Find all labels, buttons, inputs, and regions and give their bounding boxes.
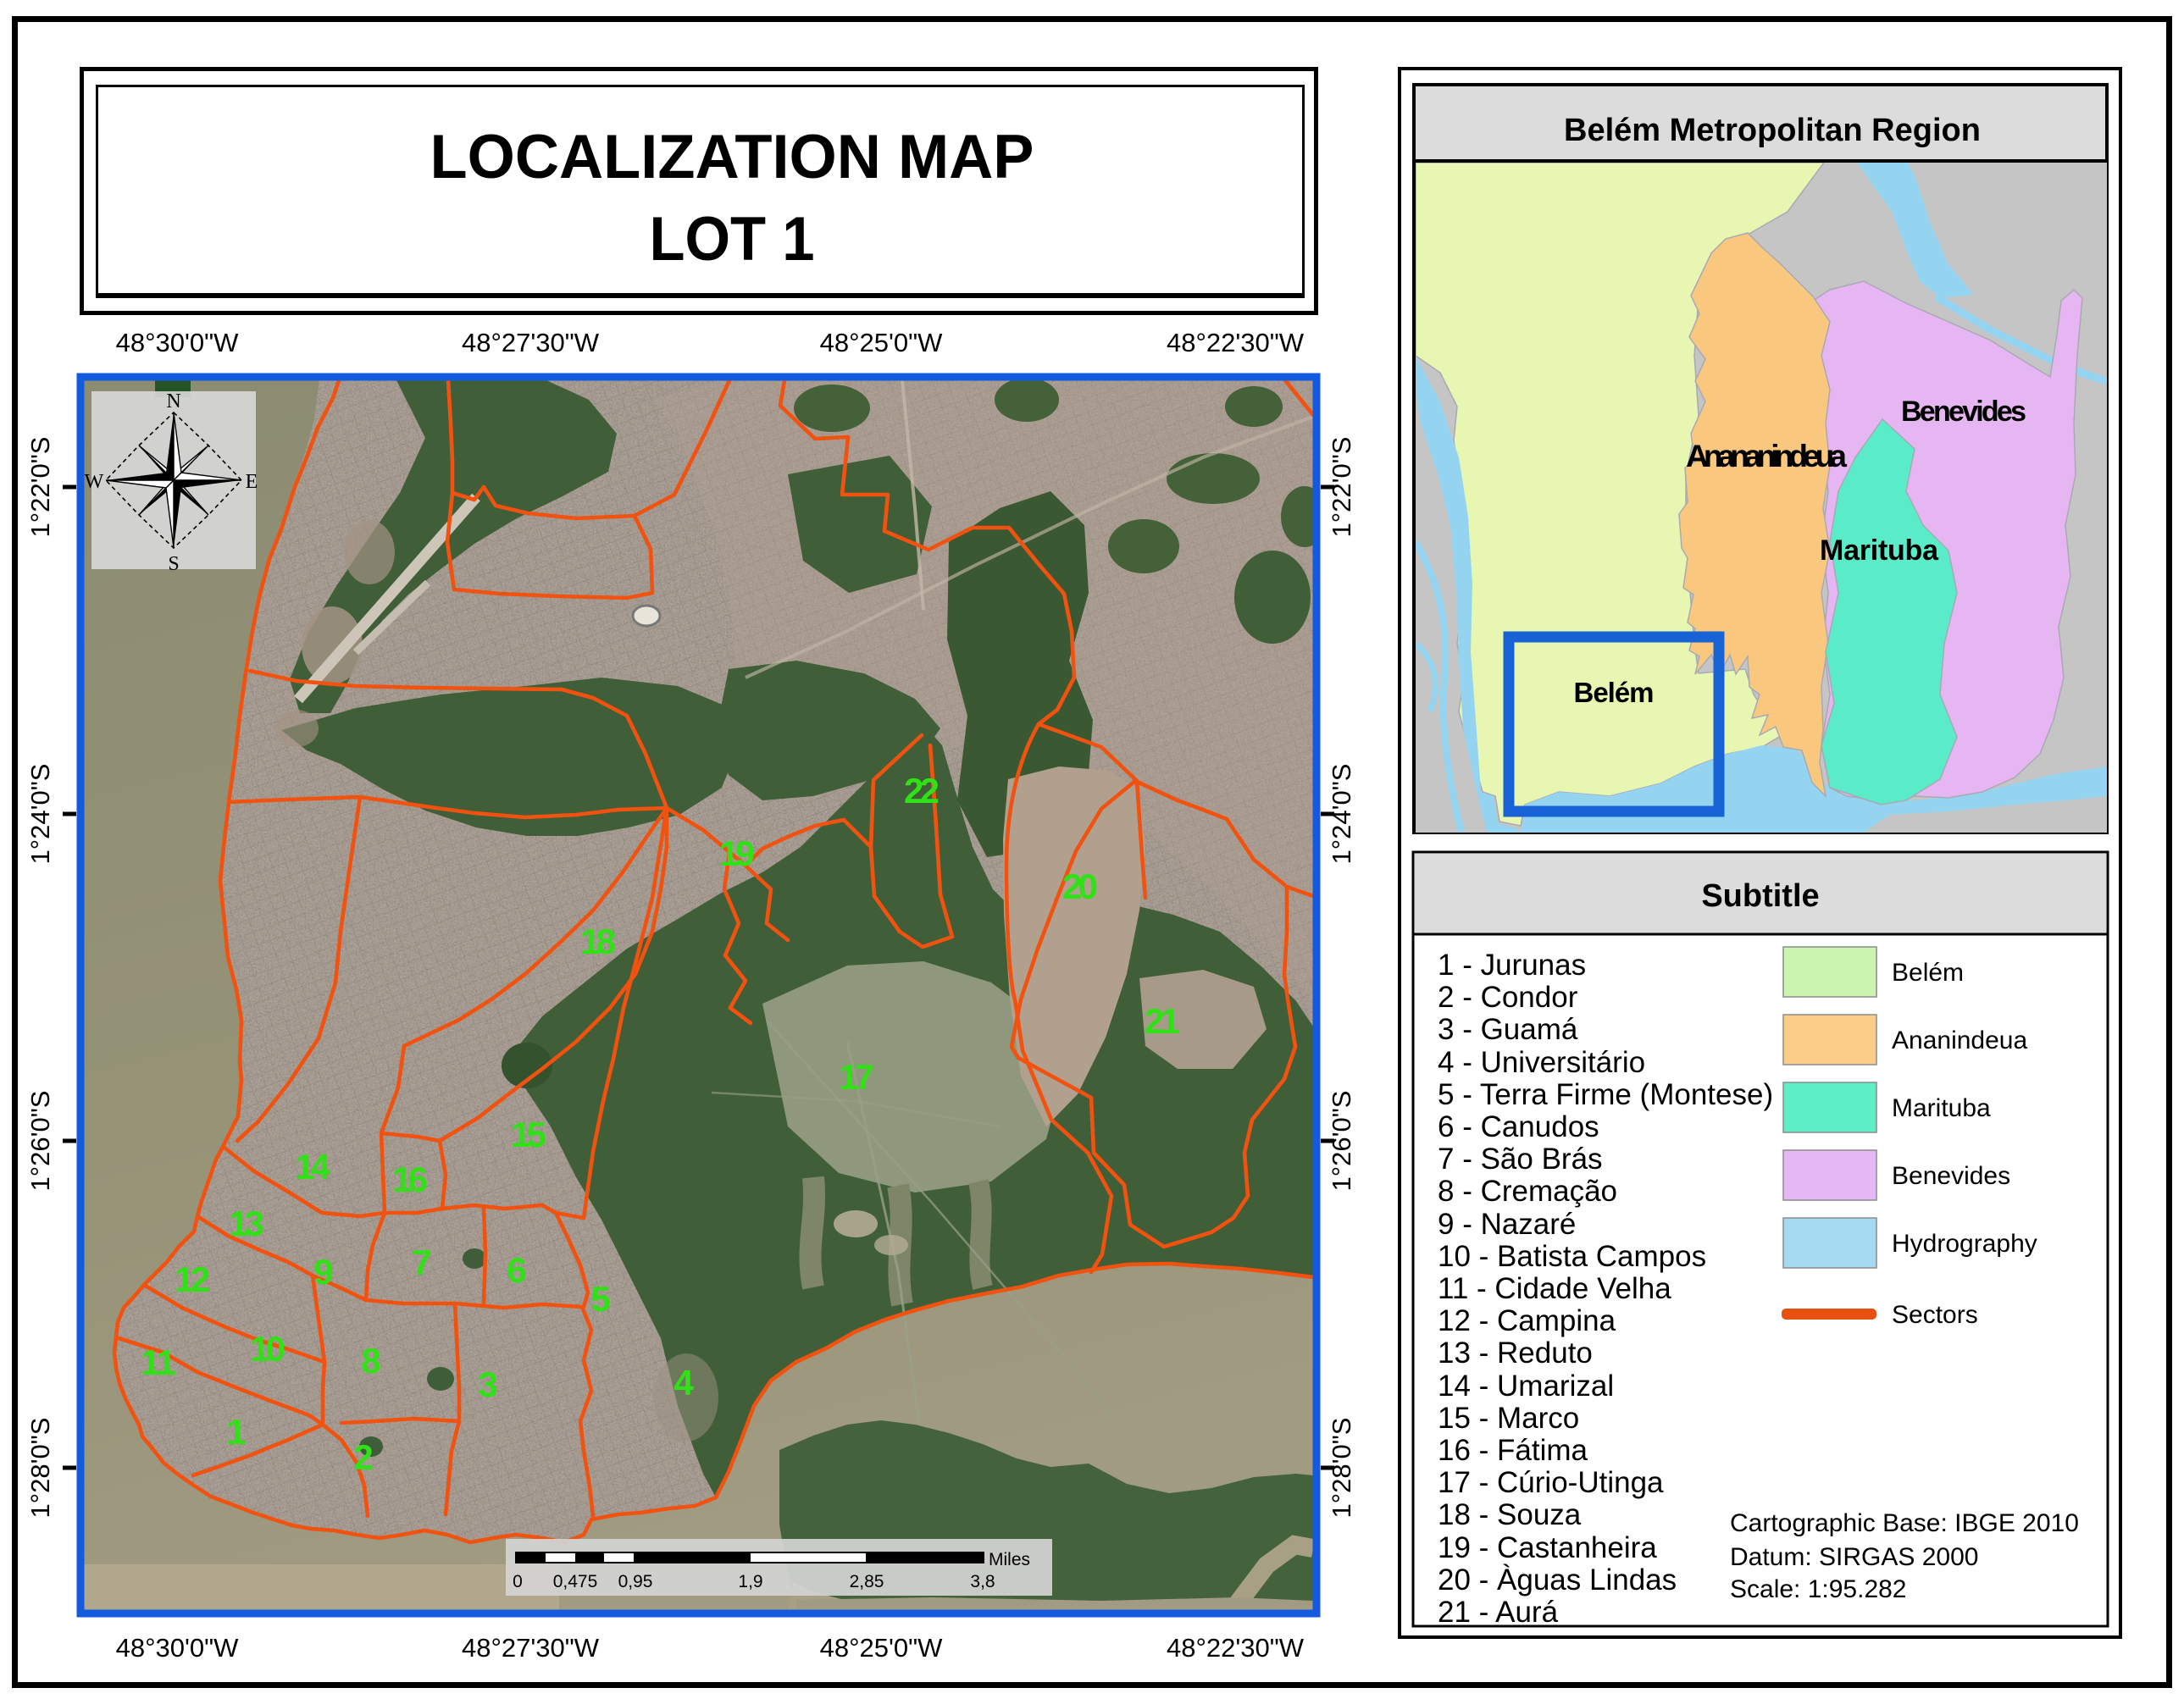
- svg-text:11 - Cidade Velha: 11 - Cidade Velha: [1438, 1272, 1671, 1305]
- svg-text:Marituba: Marituba: [1892, 1094, 1991, 1122]
- svg-text:LOT 1: LOT 1: [650, 205, 815, 274]
- svg-text:9 - Nazaré: 9 - Nazaré: [1438, 1208, 1576, 1241]
- svg-text:17: 17: [839, 1057, 874, 1097]
- svg-text:13: 13: [229, 1204, 264, 1243]
- svg-text:18 - Souza: 18 - Souza: [1438, 1498, 1582, 1531]
- svg-text:2: 2: [353, 1437, 373, 1477]
- svg-text:0,475: 0,475: [553, 1572, 598, 1591]
- svg-text:Belém: Belém: [1892, 959, 1964, 987]
- svg-text:48°22'30"W: 48°22'30"W: [1167, 328, 1305, 357]
- svg-text:E: E: [246, 471, 258, 493]
- svg-text:48°25'0"W: 48°25'0"W: [820, 328, 944, 357]
- svg-text:1°26'0"S: 1°26'0"S: [25, 1091, 55, 1192]
- svg-text:12 - Campina: 12 - Campina: [1438, 1304, 1616, 1337]
- svg-text:13 - Reduto: 13 - Reduto: [1438, 1337, 1593, 1370]
- svg-text:15 - Marco: 15 - Marco: [1438, 1402, 1579, 1435]
- svg-text:3: 3: [478, 1364, 497, 1404]
- svg-text:20: 20: [1062, 866, 1098, 906]
- svg-text:Sectors: Sectors: [1892, 1301, 1978, 1329]
- svg-text:15: 15: [511, 1115, 546, 1154]
- svg-text:3 - Guamá: 3 - Guamá: [1438, 1013, 1578, 1046]
- svg-text:1°24'0"S: 1°24'0"S: [25, 764, 55, 865]
- svg-text:Cartographic Base: IBGE 2010: Cartographic Base: IBGE 2010: [1730, 1509, 2079, 1537]
- svg-text:0: 0: [513, 1572, 523, 1591]
- svg-text:19 - Castanheira: 19 - Castanheira: [1438, 1531, 1657, 1564]
- svg-text:Datum: SIRGAS 2000: Datum: SIRGAS 2000: [1730, 1543, 1978, 1571]
- svg-text:Hydrography: Hydrography: [1892, 1230, 2037, 1258]
- svg-text:Benevides: Benevides: [1892, 1162, 2010, 1190]
- svg-text:48°30'0"W: 48°30'0"W: [116, 1633, 240, 1663]
- svg-text:Benevides: Benevides: [1901, 396, 2026, 428]
- svg-text:S: S: [168, 553, 179, 575]
- svg-text:6 - Canudos: 6 - Canudos: [1438, 1110, 1599, 1143]
- svg-text:Belém: Belém: [1574, 677, 1655, 708]
- svg-text:16: 16: [392, 1159, 428, 1199]
- svg-text:48°30'0"W: 48°30'0"W: [116, 328, 240, 357]
- svg-text:17 - Cúrio-Utinga: 17 - Cúrio-Utinga: [1438, 1466, 1664, 1499]
- svg-text:7: 7: [412, 1242, 431, 1282]
- svg-text:11: 11: [141, 1342, 176, 1382]
- svg-text:W: W: [85, 471, 104, 493]
- svg-text:10: 10: [250, 1329, 285, 1369]
- svg-text:1,9: 1,9: [738, 1572, 762, 1591]
- svg-text:2 - Condor: 2 - Condor: [1438, 981, 1578, 1014]
- svg-text:16 - Fátima: 16 - Fátima: [1438, 1434, 1588, 1467]
- svg-text:20 - Àguas Lindas: 20 - Àguas Lindas: [1438, 1563, 1677, 1597]
- svg-text:1°28'0"S: 1°28'0"S: [25, 1418, 55, 1519]
- svg-text:Subtitle: Subtitle: [1701, 878, 1819, 914]
- svg-text:48°25'0"W: 48°25'0"W: [820, 1633, 944, 1663]
- svg-text:8 - Cremação: 8 - Cremação: [1438, 1175, 1617, 1208]
- svg-text:21 - Aurá: 21 - Aurá: [1438, 1596, 1559, 1629]
- svg-text:14: 14: [295, 1147, 331, 1187]
- svg-text:4 - Universitário: 4 - Universitário: [1438, 1046, 1645, 1079]
- svg-text:48°27'30"W: 48°27'30"W: [462, 1633, 600, 1663]
- svg-text:Miles: Miles: [989, 1550, 1030, 1569]
- svg-text:5: 5: [590, 1279, 610, 1319]
- svg-text:7 - São Brás: 7 - São Brás: [1438, 1143, 1603, 1176]
- svg-text:2,85: 2,85: [850, 1572, 884, 1591]
- svg-text:14 - Umarizal: 14 - Umarizal: [1438, 1370, 1614, 1403]
- svg-text:5 - Terra Firme (Montese): 5 - Terra Firme (Montese): [1438, 1078, 1773, 1111]
- svg-text:18: 18: [580, 921, 616, 961]
- svg-text:48°22'30"W: 48°22'30"W: [1167, 1633, 1305, 1663]
- svg-text:1 - Jurunas: 1 - Jurunas: [1438, 949, 1586, 982]
- svg-text:Anananindeua: Anananindeua: [1686, 439, 1847, 473]
- svg-text:Ananindeua: Ananindeua: [1892, 1027, 2027, 1054]
- svg-text:10 - Batista Campos: 10 - Batista Campos: [1438, 1240, 1706, 1273]
- svg-text:6: 6: [507, 1250, 526, 1290]
- svg-text:4: 4: [673, 1363, 694, 1403]
- svg-text:9: 9: [313, 1252, 333, 1292]
- svg-text:0,95: 0,95: [618, 1572, 653, 1591]
- svg-text:8: 8: [361, 1341, 380, 1381]
- svg-text:3,8: 3,8: [970, 1572, 995, 1591]
- svg-text:1°22'0"S: 1°22'0"S: [25, 437, 55, 538]
- svg-text:Marituba: Marituba: [1820, 534, 1939, 567]
- svg-text:22: 22: [904, 771, 940, 811]
- svg-text:N: N: [166, 390, 180, 412]
- svg-text:48°27'30"W: 48°27'30"W: [462, 328, 600, 357]
- svg-text:Belém Metropolitan Region: Belém Metropolitan Region: [1564, 113, 1981, 148]
- svg-text:1: 1: [226, 1412, 246, 1452]
- svg-text:19: 19: [719, 833, 755, 873]
- svg-text:LOCALIZATION MAP: LOCALIZATION MAP: [430, 123, 1034, 191]
- svg-text:21: 21: [1145, 1001, 1180, 1041]
- svg-text:12: 12: [175, 1259, 210, 1299]
- svg-text:Scale: 1:95.282: Scale: 1:95.282: [1730, 1575, 1907, 1603]
